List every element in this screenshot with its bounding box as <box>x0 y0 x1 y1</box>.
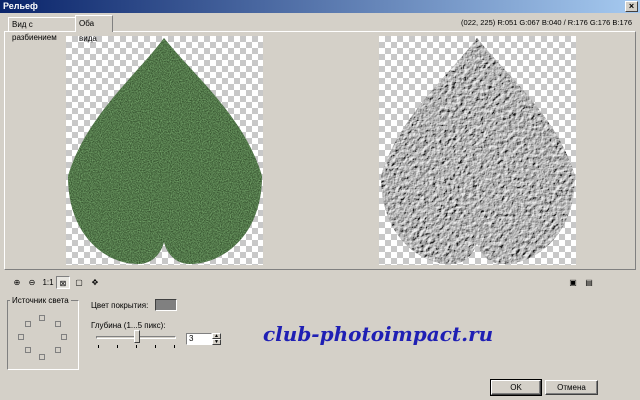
slider-tick <box>136 345 137 348</box>
light-bottom-left[interactable] <box>25 347 31 353</box>
preview-toggle-icon[interactable]: ▢ <box>72 276 86 289</box>
light-top-right[interactable] <box>55 321 61 327</box>
light-right[interactable] <box>61 334 67 340</box>
light-top-left[interactable] <box>25 321 31 327</box>
light-bottom-right[interactable] <box>55 347 61 353</box>
slider-tick <box>117 345 118 348</box>
save-icon[interactable]: ▤ <box>582 276 596 289</box>
result-preview[interactable] <box>379 36 576 265</box>
pixel-readout: (022, 225) R:051 G:067 B:040 / R:176 G:1… <box>461 18 632 27</box>
ok-button[interactable]: OK <box>490 379 542 396</box>
zoom-out-icon[interactable]: ⊖ <box>25 276 39 289</box>
cancel-button[interactable]: Отмена <box>545 380 598 395</box>
original-heart-image <box>68 38 262 264</box>
close-button[interactable]: × <box>625 1 638 12</box>
embossed-heart-image <box>381 38 575 264</box>
light-top[interactable] <box>39 315 45 321</box>
light-bottom[interactable] <box>39 354 45 360</box>
slider-tick <box>174 345 175 348</box>
depth-slider-thumb[interactable] <box>134 330 140 343</box>
fill-color-swatch[interactable] <box>155 299 177 311</box>
fit-window-icon[interactable]: ⊠ <box>56 276 70 289</box>
slider-tick <box>98 345 99 348</box>
original-preview[interactable] <box>66 36 263 265</box>
depth-label: Глубина (1...5 пикс): <box>91 321 166 330</box>
depth-input[interactable]: 3 <box>186 333 212 345</box>
depth-spin-down[interactable]: ▼ <box>212 339 221 345</box>
fill-color-label: Цвет покрытия: <box>91 301 149 310</box>
pan-icon[interactable]: ✥ <box>88 276 102 289</box>
tab-both-views[interactable]: Оба вида <box>75 15 113 43</box>
light-left[interactable] <box>18 334 24 340</box>
zoom-in-icon[interactable]: ⊕ <box>10 276 24 289</box>
title-bar: Рельеф × <box>0 0 640 13</box>
window-title: Рельеф <box>3 1 38 11</box>
light-source-label: Источник света <box>10 296 71 305</box>
watermark-text: club-photoimpact.ru <box>263 322 494 346</box>
slider-tick <box>155 345 156 348</box>
tab-split-view[interactable]: Вид с разбиением <box>8 17 76 42</box>
actual-size-button[interactable]: 1:1 <box>41 276 55 289</box>
load-icon[interactable]: ▣ <box>566 276 580 289</box>
